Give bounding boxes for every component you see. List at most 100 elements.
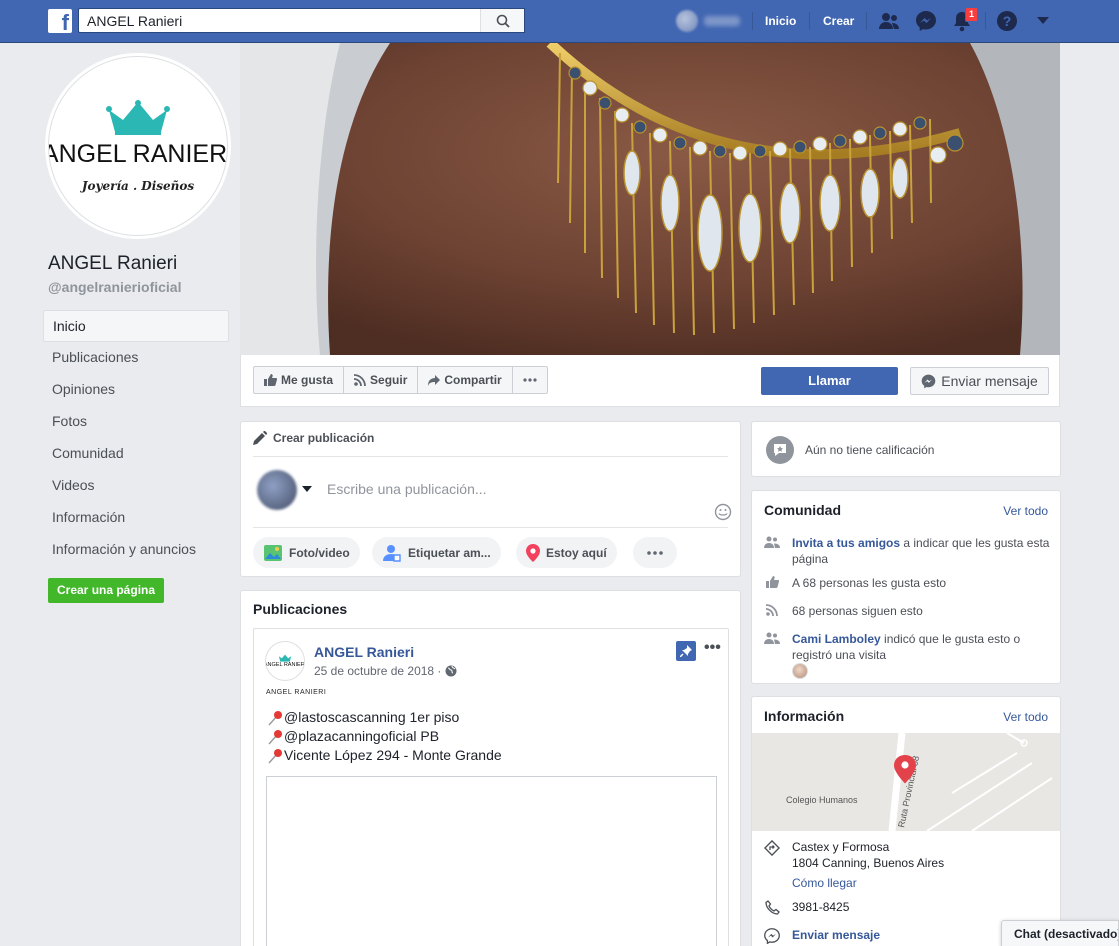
facebook-logo-icon[interactable]: f	[48, 9, 72, 33]
chat-tab[interactable]: Chat (desactivado)	[1001, 920, 1119, 946]
location-map[interactable]: Colegio Humanos Ruta Provincial 58	[752, 733, 1060, 831]
post-line: Vicente López 294 - Monte Grande	[266, 746, 502, 765]
post-mini-brand: ANGEL RANIERI	[266, 689, 327, 696]
share-page-button[interactable]: Compartir	[418, 367, 513, 393]
thumbs-up-icon	[264, 374, 277, 386]
community-card: Comunidad Ver todo Invita a tus amigos a…	[751, 490, 1061, 684]
search-icon	[496, 14, 510, 28]
page-profile-picture[interactable]: ANGEL RANIERI Joyería . Diseños	[48, 56, 228, 236]
logo-tagline: Joyería . Diseños	[81, 178, 195, 193]
messenger-icon[interactable]	[915, 10, 937, 32]
follow-page-button[interactable]: Seguir	[344, 367, 419, 393]
send-message-link[interactable]: Enviar mensaje	[792, 927, 880, 944]
page-handle[interactable]: @angelranierioficial	[48, 279, 181, 295]
invite-friends-link[interactable]: Invita a tus amigos	[792, 536, 900, 550]
nav-item-publicaciones[interactable]: Publicaciones	[43, 342, 229, 374]
check-in-label: Estoy aquí	[546, 545, 607, 560]
more-dots-icon	[647, 550, 663, 555]
home-link[interactable]: Inicio	[765, 14, 796, 28]
more-actions-button[interactable]	[513, 367, 547, 393]
svg-text:?: ?	[1003, 13, 1012, 29]
like-page-button[interactable]: Me gusta	[254, 367, 345, 393]
divider	[985, 12, 986, 30]
page-action-bar: Me gusta Seguir Compartir Llamar Enviar …	[240, 355, 1060, 407]
post-text-input[interactable]: Escribe una publicación...	[327, 481, 487, 497]
create-post-tab[interactable]: Crear publicación	[253, 431, 374, 445]
post-line-text[interactable]: @plazacanningoficial PB	[284, 727, 439, 746]
send-message-label: Enviar mensaje	[941, 373, 1038, 389]
community-see-all-link[interactable]: Ver todo	[1003, 504, 1048, 518]
post-date[interactable]: 25 de octubre de 2018 ·	[314, 664, 457, 678]
post-image[interactable]	[266, 776, 717, 946]
divider	[253, 527, 728, 528]
nav-item-comunidad[interactable]: Comunidad	[43, 438, 229, 470]
community-title: Comunidad	[764, 502, 841, 518]
people-icon	[764, 536, 780, 548]
tag-friends-button[interactable]: Etiquetar am...	[372, 537, 501, 568]
post-options-menu-icon[interactable]: •••	[704, 639, 721, 657]
posts-section: Publicaciones ANGEL RANIERI ANGEL Ranier…	[240, 590, 741, 946]
emoji-icon[interactable]	[714, 503, 732, 524]
info-title: Información	[764, 708, 845, 724]
author-avatar[interactable]	[257, 470, 297, 510]
check-in-button[interactable]: Estoy aquí	[516, 537, 617, 568]
address-line-2: 1804 Canning, Buenos Aires	[792, 856, 945, 870]
friend-avatar[interactable]	[792, 663, 808, 679]
rating-card: Aún no tiene calificación	[751, 421, 1061, 477]
photo-video-label: Foto/video	[289, 545, 350, 560]
send-message-button[interactable]: Enviar mensaje	[910, 367, 1049, 395]
page-actions-group: Me gusta Seguir Compartir	[253, 366, 548, 394]
phone-number[interactable]: 3981-8425	[792, 899, 849, 915]
cover-photo[interactable]	[240, 43, 1060, 355]
globe-icon	[445, 665, 457, 677]
nav-item-videos[interactable]: Videos	[43, 470, 229, 502]
address-line-1: Castex y Formosa	[792, 840, 890, 854]
friend-requests-icon[interactable]	[878, 12, 900, 30]
nav-item-inicio[interactable]: Inicio	[43, 310, 229, 342]
author-switch-caret-icon[interactable]	[302, 486, 312, 492]
create-link[interactable]: Crear	[823, 14, 854, 28]
directions-link[interactable]: Cómo llegar	[792, 875, 944, 891]
crown-icon	[278, 654, 292, 662]
round-pushpin-icon	[268, 710, 282, 725]
divider	[866, 12, 867, 30]
nav-item-informacion[interactable]: Información	[43, 502, 229, 534]
search-input[interactable]	[79, 9, 479, 32]
search-button[interactable]	[480, 9, 524, 32]
pinned-post: ANGEL RANIERI ANGEL Ranieri 25 de octubr…	[253, 628, 729, 946]
create-post-title: Crear publicación	[273, 431, 375, 445]
help-icon[interactable]: ?	[996, 10, 1018, 32]
page-nav: Inicio Publicaciones Opiniones Fotos Com…	[43, 310, 229, 566]
people-icon	[764, 632, 780, 644]
friend-name-link[interactable]: Cami Lamboley	[792, 632, 881, 646]
map-place-label: Colegio Humanos	[786, 795, 858, 805]
create-post-card: Crear publicación Escribe una publicació…	[240, 421, 741, 577]
phone-row: 3981-8425	[764, 899, 1050, 915]
post-line: @lastoscascanning 1er piso	[266, 708, 502, 727]
post-author-name[interactable]: ANGEL Ranieri	[314, 644, 414, 660]
nav-item-opiniones[interactable]: Opiniones	[43, 374, 229, 406]
post-line-text[interactable]: @lastoscascanning 1er piso	[284, 708, 459, 727]
nav-item-fotos[interactable]: Fotos	[43, 406, 229, 438]
tag-friends-icon	[383, 544, 401, 562]
divider	[809, 12, 810, 30]
create-page-button[interactable]: Crear una página	[48, 578, 165, 603]
rating-status: Aún no tiene calificación	[805, 443, 935, 457]
info-see-all-link[interactable]: Ver todo	[1003, 710, 1048, 724]
more-post-options-button[interactable]	[633, 537, 677, 568]
post-author-avatar[interactable]: ANGEL RANIERI	[265, 641, 305, 681]
profile-link[interactable]	[676, 0, 740, 42]
follow-label: Seguir	[370, 373, 408, 387]
photo-video-button[interactable]: Foto/video	[253, 537, 360, 568]
thumbs-up-icon	[765, 576, 779, 588]
call-button[interactable]: Llamar	[761, 367, 898, 395]
rss-follow-icon	[354, 374, 366, 386]
search-box	[78, 8, 525, 33]
account-menu-caret-icon[interactable]	[1037, 17, 1049, 25]
nav-item-informacion-anuncios[interactable]: Información y anuncios	[43, 534, 229, 566]
location-pin-icon	[526, 543, 540, 562]
post-date-text: 25 de octubre de 2018 ·	[314, 664, 442, 678]
rss-follow-icon	[766, 604, 778, 616]
notification-count-badge: 1	[965, 7, 979, 22]
share-label: Compartir	[444, 373, 502, 387]
